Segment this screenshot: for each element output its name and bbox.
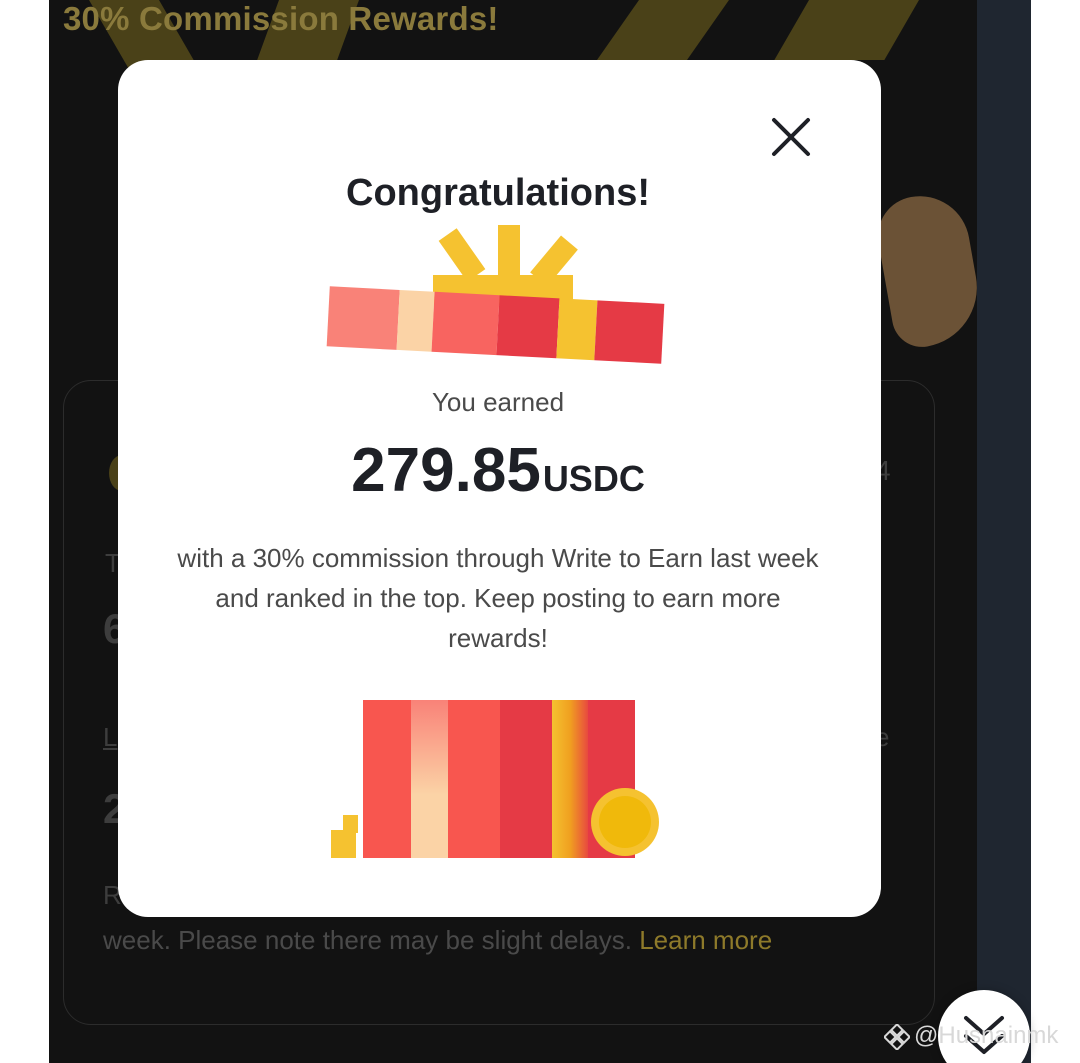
reward-description: with a 30% commission through Write to E…	[177, 543, 819, 653]
modal-title: Congratulations!	[346, 172, 650, 214]
congratulations-modal: Congratulations! You earned 279.85USDC w…	[118, 60, 881, 917]
mascot-illustration	[871, 188, 977, 352]
earned-label: You earned	[431, 387, 565, 417]
side-strip	[977, 0, 1031, 1063]
gift-lid-icon	[326, 225, 665, 364]
amount-currency: USDC	[542, 458, 645, 499]
watermark-text: @Husnainmk	[914, 1022, 1059, 1049]
amount-value: 279.85	[351, 436, 541, 505]
page-margin	[1031, 0, 1080, 1063]
background-note-text: week. Please note there may be slight de…	[103, 925, 632, 955]
gift-box-icon	[331, 700, 659, 858]
banner-ray	[774, 0, 919, 60]
learn-more-link[interactable]: Learn more	[639, 925, 772, 955]
banner-title: 30% Commission Rewards!	[63, 0, 499, 37]
close-button[interactable]	[766, 112, 816, 162]
banner-ray	[596, 0, 729, 60]
watermark: @Husnainmk	[884, 1022, 1058, 1050]
background-fragment: L	[103, 722, 118, 752]
binance-logo-icon	[884, 1023, 910, 1050]
close-icon	[772, 118, 810, 156]
earned-amount: 279.85USDC	[118, 435, 878, 506]
background-note: week. Please note there may be slight de…	[103, 925, 772, 956]
